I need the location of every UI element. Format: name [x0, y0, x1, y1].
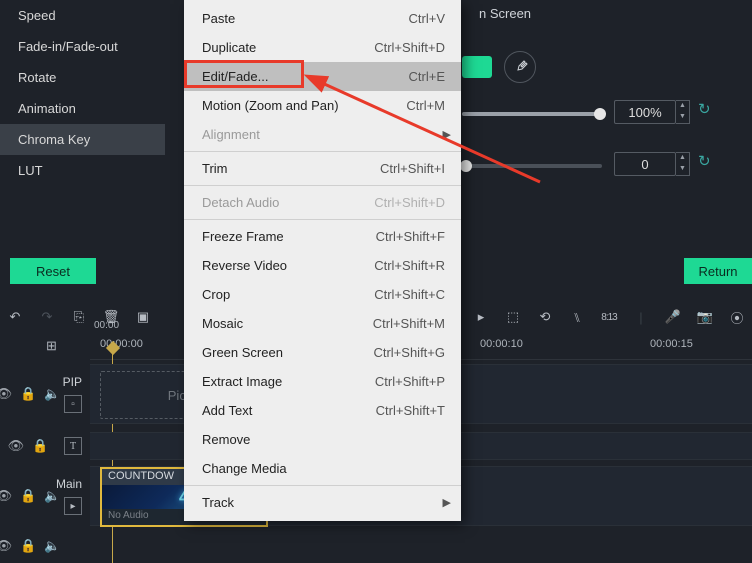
camera-icon[interactable]: 📷: [696, 309, 714, 325]
lock-icon[interactable]: 🔒: [20, 488, 36, 504]
sidebar-item-chroma-key[interactable]: Chroma Key: [0, 124, 165, 155]
ruler-time-1: 00:00:10: [480, 338, 523, 350]
ctx-separator: [184, 185, 461, 186]
lock-icon[interactable]: 🔒: [32, 438, 48, 454]
tolerance-value[interactable]: 100%: [614, 100, 676, 124]
sidebar-item-rotate[interactable]: Rotate: [0, 62, 165, 93]
ruler-origin: 00:00: [94, 320, 119, 331]
sidebar-item-lut[interactable]: LUT: [0, 155, 165, 186]
record-icon[interactable]: ⦿: [728, 308, 746, 327]
rotate-icon[interactable]: ⟲: [536, 309, 554, 325]
ctx-freeze-frame[interactable]: Freeze FrameCtrl+Shift+F: [184, 222, 461, 251]
copy-icon[interactable]: ⎘: [70, 309, 88, 325]
sidebar-item-animation[interactable]: Animation: [0, 93, 165, 124]
eye-icon[interactable]: 👁: [0, 488, 12, 504]
ctx-alignment[interactable]: Alignment▶: [184, 120, 461, 149]
track-text-toggles: 👁 🔒: [0, 432, 56, 460]
ctx-extract-image[interactable]: Extract ImageCtrl+Shift+P: [184, 367, 461, 396]
undo-icon[interactable]: ↶: [6, 309, 24, 325]
offset-value[interactable]: 0: [614, 152, 676, 176]
ctx-track[interactable]: Track▶: [184, 488, 461, 517]
ctx-reverse-video[interactable]: Reverse VideoCtrl+Shift+R: [184, 251, 461, 280]
overlay-icon[interactable]: ▸: [472, 309, 490, 325]
aspect-icon[interactable]: 8:13: [600, 312, 618, 323]
split-icon[interactable]: ▣: [134, 309, 152, 325]
track-pip-toggles: 👁 🔒 🔈: [0, 364, 56, 424]
mute-icon[interactable]: 🔈: [44, 538, 60, 554]
ctx-change-media[interactable]: Change Media: [184, 454, 461, 483]
reset-button[interactable]: Reset: [10, 258, 96, 284]
ctx-crop[interactable]: CropCtrl+Shift+C: [184, 280, 461, 309]
speed-icon[interactable]: ⑊: [568, 310, 586, 325]
lock-icon[interactable]: 🔒: [20, 386, 36, 402]
color-swatch-button[interactable]: [462, 56, 492, 78]
color-picker-row: [462, 56, 492, 78]
ctx-separator: [184, 485, 461, 486]
track-text-type-icon: T: [64, 437, 82, 455]
track-pip-type-icon: ▫: [64, 395, 82, 413]
track-main-type-icon: ▸: [64, 497, 82, 515]
lock-icon[interactable]: 🔒: [20, 538, 36, 554]
ctx-detach-audio[interactable]: Detach AudioCtrl+Shift+D: [184, 188, 461, 217]
ruler-time-2: 00:00:15: [650, 338, 693, 350]
context-menu: PasteCtrl+V DuplicateCtrl+Shift+D Edit/F…: [184, 0, 461, 521]
eye-icon[interactable]: 👁: [8, 438, 25, 454]
mic-icon[interactable]: 🎤: [664, 309, 682, 325]
tolerance-spinner[interactable]: ▲▼: [676, 100, 690, 124]
ctx-separator: [184, 151, 461, 152]
return-button[interactable]: Return: [684, 258, 752, 284]
ctx-duplicate[interactable]: DuplicateCtrl+Shift+D: [184, 33, 461, 62]
sidebar-item-fade[interactable]: Fade-in/Fade-out: [0, 31, 165, 62]
ctx-paste[interactable]: PasteCtrl+V: [184, 4, 461, 33]
ctx-trim[interactable]: TrimCtrl+Shift+I: [184, 154, 461, 183]
eyedropper-button[interactable]: [504, 51, 536, 83]
track-pip-label: PIP: [63, 375, 82, 389]
submenu-arrow-icon: ▶: [443, 496, 451, 509]
divider: |: [632, 310, 650, 325]
ctx-motion[interactable]: Motion (Zoom and Pan)Ctrl+M: [184, 91, 461, 120]
effects-sidebar: Speed Fade-in/Fade-out Rotate Animation …: [0, 0, 165, 186]
track-main-toggles: 👁 🔒 🔈: [0, 466, 56, 526]
timeline-add-track-icon[interactable]: ⊞: [46, 338, 57, 354]
ctx-mosaic[interactable]: MosaicCtrl+Shift+M: [184, 309, 461, 338]
ctx-green-screen[interactable]: Green ScreenCtrl+Shift+G: [184, 338, 461, 367]
crop-icon[interactable]: ⬚: [504, 309, 522, 325]
sidebar-item-speed[interactable]: Speed: [0, 0, 165, 31]
track-extra: 👁 🔒 🔈: [0, 532, 752, 560]
reset-icon[interactable]: ↻: [698, 152, 711, 176]
offset-spinner[interactable]: ▲▼: [676, 152, 690, 176]
submenu-arrow-icon: ▶: [443, 128, 451, 141]
eye-icon[interactable]: 👁: [0, 386, 12, 402]
panel-header-fragment: n Screen: [479, 6, 531, 21]
ctx-remove[interactable]: Remove: [184, 425, 461, 454]
eyedropper-icon: [512, 59, 528, 75]
tolerance-slider[interactable]: [462, 112, 602, 116]
track-main-label: Main: [56, 477, 82, 491]
ctx-add-text[interactable]: Add TextCtrl+Shift+T: [184, 396, 461, 425]
eye-icon[interactable]: 👁: [0, 538, 12, 554]
redo-icon[interactable]: ↷: [38, 309, 56, 325]
ctx-edit-fade[interactable]: Edit/Fade...Ctrl+E: [184, 62, 461, 91]
reset-icon[interactable]: ↻: [698, 100, 711, 124]
offset-slider[interactable]: [462, 164, 602, 168]
ctx-separator: [184, 219, 461, 220]
